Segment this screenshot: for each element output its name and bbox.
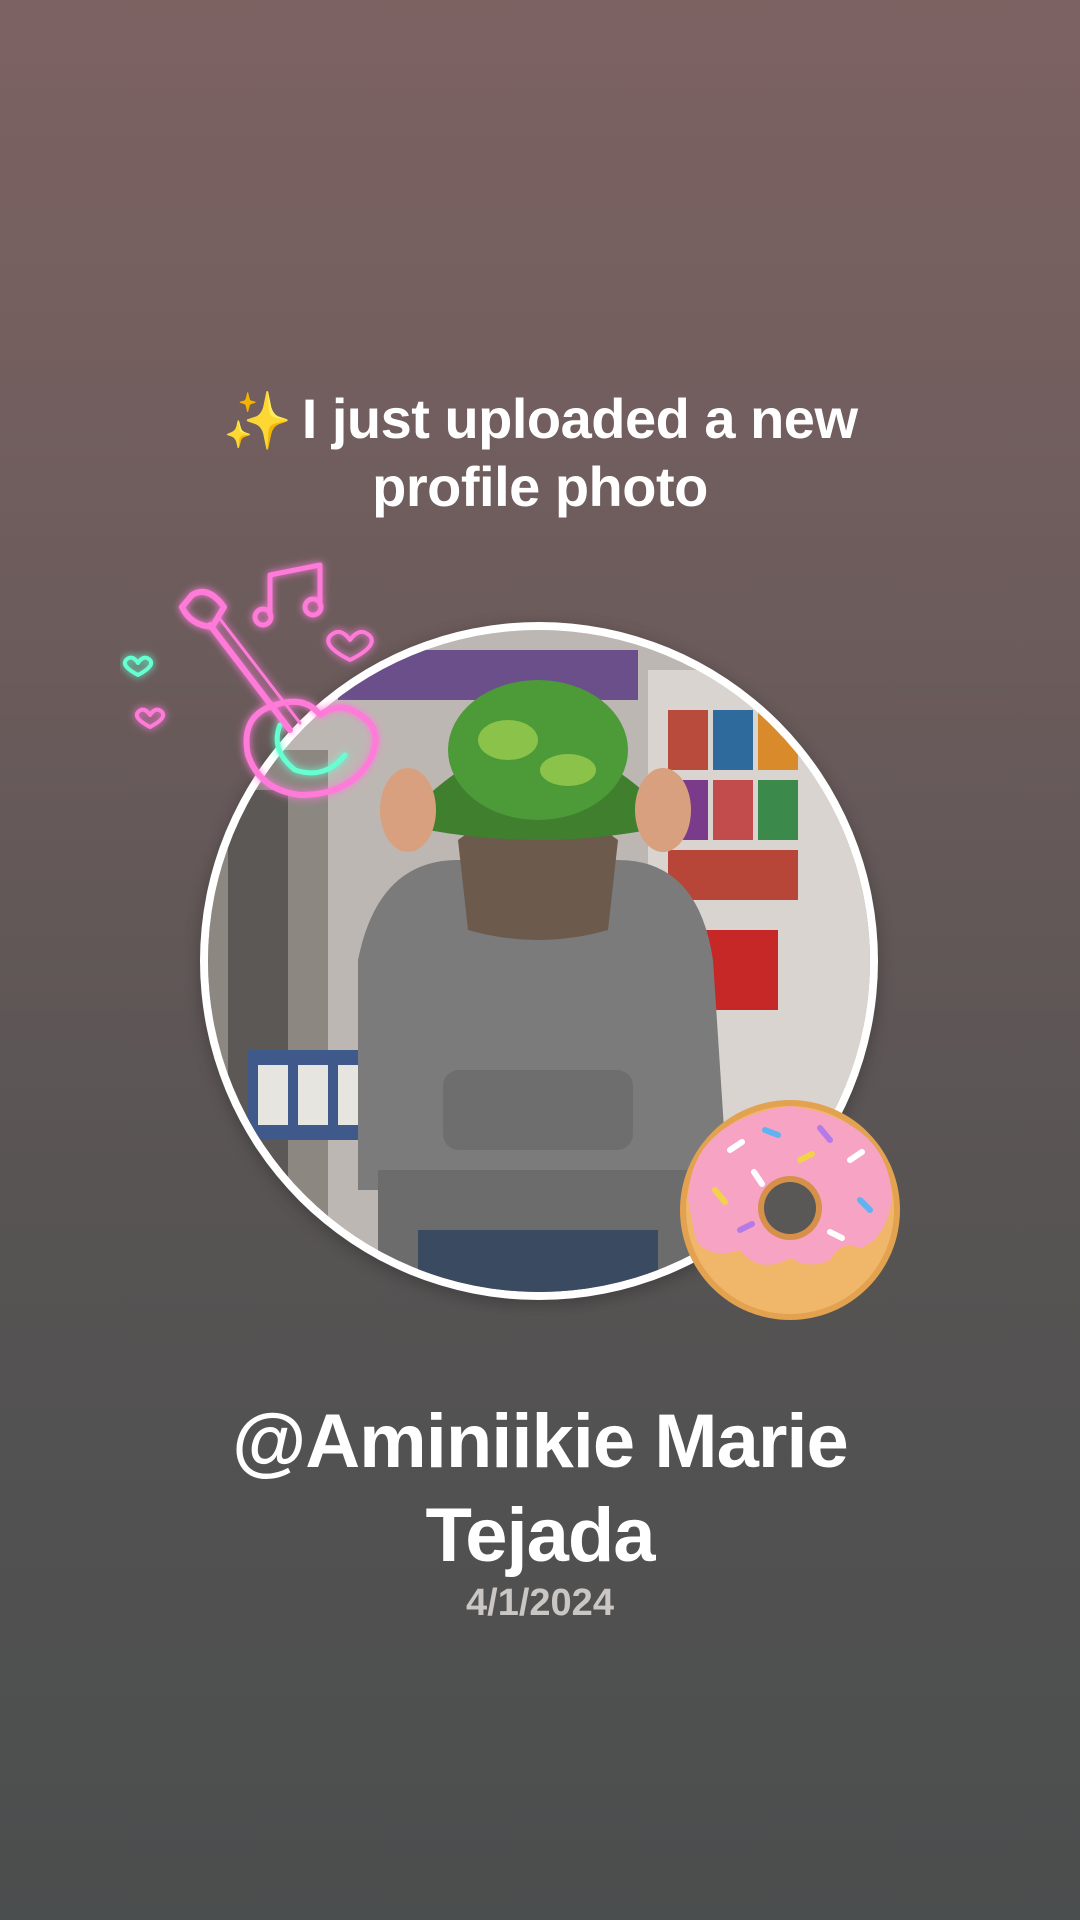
headline-text: ✨ I just uploaded a new profile photo — [140, 385, 940, 521]
headline-label: I just uploaded a new profile photo — [301, 387, 858, 518]
sparkles-icon: ✨ — [222, 389, 292, 452]
post-date: 4/1/2024 — [466, 1582, 614, 1624]
username-text[interactable]: @Aminiikie Marie Tejada — [140, 1395, 940, 1583]
donut-icon — [680, 1100, 900, 1320]
neon-guitar-icon — [122, 562, 379, 798]
